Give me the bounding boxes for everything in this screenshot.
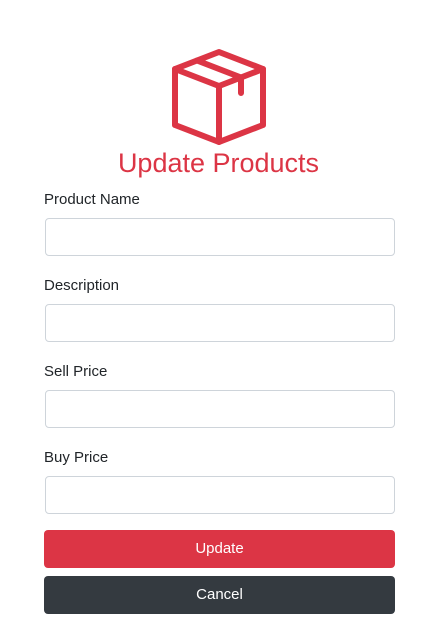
update-button[interactable]: Update [44, 530, 395, 568]
product-name-input[interactable] [45, 218, 395, 256]
description-input[interactable] [45, 304, 395, 342]
description-label: Description [44, 277, 120, 294]
update-product-page: Update Products Product Name Description… [0, 0, 437, 629]
buy-price-input[interactable] [45, 476, 395, 514]
product-name-label: Product Name [44, 191, 140, 208]
sell-price-input[interactable] [45, 390, 395, 428]
cancel-button[interactable]: Cancel [44, 576, 395, 614]
sell-price-label: Sell Price [44, 363, 108, 380]
box-icon [172, 49, 266, 145]
buy-price-label: Buy Price [44, 449, 109, 466]
page-title: Update Products [117, 148, 320, 178]
